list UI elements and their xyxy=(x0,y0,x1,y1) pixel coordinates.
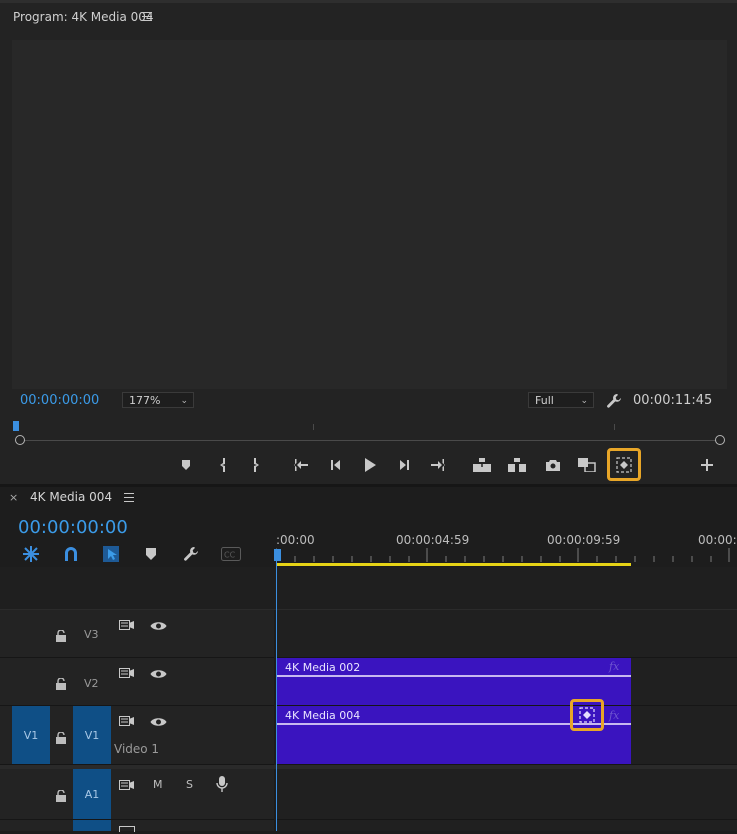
export-frame-camera-icon[interactable] xyxy=(542,454,564,476)
add-button-plus-icon[interactable] xyxy=(696,454,718,476)
close-tab-icon[interactable]: × xyxy=(9,491,18,504)
go-to-out-button[interactable] xyxy=(428,454,450,476)
snap-magnet-icon[interactable] xyxy=(61,545,81,563)
track-target-v1[interactable]: V1 xyxy=(73,706,111,764)
nest-sequence-icon[interactable] xyxy=(21,545,41,563)
settings-wrench-icon[interactable] xyxy=(606,393,622,409)
ruler-timecode: 00:00:1 xyxy=(698,533,737,547)
microphone-icon[interactable] xyxy=(216,776,228,796)
ruler-timecode: 00:00:09:59 xyxy=(547,533,621,547)
step-back-button[interactable] xyxy=(324,454,346,476)
toggle-sync-lock-icon[interactable] xyxy=(119,713,135,732)
track-target-a2[interactable] xyxy=(73,820,111,831)
captions-cc-icon[interactable]: CC xyxy=(221,545,241,563)
clip-opacity-line[interactable] xyxy=(277,675,631,677)
playback-resolution-select[interactable]: Full ⌄ xyxy=(528,392,594,408)
timeline-playhead-handle[interactable] xyxy=(274,549,281,561)
panel-menu-icon[interactable] xyxy=(142,12,152,21)
program-video-display xyxy=(12,40,727,389)
track-lane-a1[interactable] xyxy=(276,769,737,820)
time-ruler[interactable] xyxy=(276,548,737,562)
track-target-a1[interactable]: A1 xyxy=(73,769,111,819)
track-header-a1 xyxy=(0,769,274,820)
go-to-in-button[interactable] xyxy=(289,454,311,476)
timeline-playhead-timecode[interactable]: 00:00:00:00 xyxy=(18,517,128,538)
mark-out-button[interactable] xyxy=(245,454,267,476)
chevron-down-icon: ⌄ xyxy=(180,396,188,406)
comparison-view-button[interactable] xyxy=(576,454,598,476)
add-marker-button[interactable] xyxy=(175,454,197,476)
work-area-bar[interactable] xyxy=(277,563,631,566)
mute-button[interactable]: M xyxy=(153,778,163,791)
play-button[interactable] xyxy=(359,454,381,476)
chevron-down-icon: ⌄ xyxy=(580,396,588,406)
scrub-tick xyxy=(614,424,615,430)
track-lane-v3[interactable] xyxy=(276,610,737,658)
proxy-toggle-button[interactable] xyxy=(607,448,641,481)
sequence-duration: 00:00:11:45 xyxy=(633,393,713,408)
ruler-timecode: 00:00:04:59 xyxy=(396,533,470,547)
panel-menu-icon[interactable] xyxy=(124,493,134,502)
lift-button[interactable] xyxy=(471,454,493,476)
zoom-level-value: 177% xyxy=(129,394,161,407)
lock-icon[interactable] xyxy=(55,787,67,802)
lock-icon[interactable] xyxy=(55,729,67,744)
timeline-tab-title[interactable]: 4K Media 004 xyxy=(30,490,112,504)
toggle-sync-lock-icon[interactable] xyxy=(119,777,135,796)
ruler-timecode: :00:00 xyxy=(276,533,315,547)
track-header-v2 xyxy=(0,658,274,706)
proxy-indicator-icon[interactable] xyxy=(570,699,604,731)
lock-icon[interactable] xyxy=(55,627,67,642)
program-playhead[interactable] xyxy=(13,421,19,431)
eye-icon[interactable] xyxy=(150,665,167,684)
program-playhead-timecode[interactable]: 00:00:00:00 xyxy=(20,393,99,408)
scrub-tick xyxy=(313,424,314,430)
track-name-v2[interactable]: V2 xyxy=(84,677,99,690)
toggle-sync-lock-icon[interactable] xyxy=(119,826,135,832)
source-patch-v1[interactable]: V1 xyxy=(12,706,50,764)
linked-selection-icon[interactable] xyxy=(101,545,121,563)
program-panel-title[interactable]: Program: 4K Media 004 xyxy=(13,10,154,24)
eye-icon[interactable] xyxy=(150,617,167,636)
extract-button[interactable] xyxy=(506,454,528,476)
lock-icon[interactable] xyxy=(55,675,67,690)
track-lane-a2[interactable] xyxy=(276,820,737,831)
toggle-sync-lock-icon[interactable] xyxy=(119,617,135,636)
scrub-end-handle[interactable] xyxy=(715,435,725,445)
program-scrub-bar[interactable] xyxy=(20,440,720,441)
toggle-sync-lock-icon[interactable] xyxy=(119,665,135,684)
add-marker-icon[interactable] xyxy=(141,545,161,563)
mark-in-button[interactable] xyxy=(212,454,234,476)
scrub-start-handle[interactable] xyxy=(15,435,25,445)
svg-text:CC: CC xyxy=(224,551,236,560)
track-header-v3 xyxy=(0,610,274,658)
clip-label: 4K Media 004 xyxy=(285,709,361,722)
timeline-playhead-line[interactable] xyxy=(276,560,277,831)
track-header-a2 xyxy=(0,820,274,831)
timeline-settings-wrench-icon[interactable] xyxy=(181,545,201,563)
fx-badge[interactable]: fx xyxy=(609,709,619,722)
step-forward-button[interactable] xyxy=(394,454,416,476)
track-name-v3[interactable]: V3 xyxy=(84,628,99,641)
eye-icon[interactable] xyxy=(150,713,167,732)
solo-button[interactable]: S xyxy=(186,778,193,791)
timeline-empty-area xyxy=(0,567,737,610)
fx-badge[interactable]: fx xyxy=(609,660,619,673)
playback-resolution-value: Full xyxy=(535,394,554,407)
zoom-level-select[interactable]: 177% ⌄ xyxy=(122,392,194,408)
track-label-video-1[interactable]: Video 1 xyxy=(114,742,159,756)
clip-label: 4K Media 002 xyxy=(285,661,361,674)
